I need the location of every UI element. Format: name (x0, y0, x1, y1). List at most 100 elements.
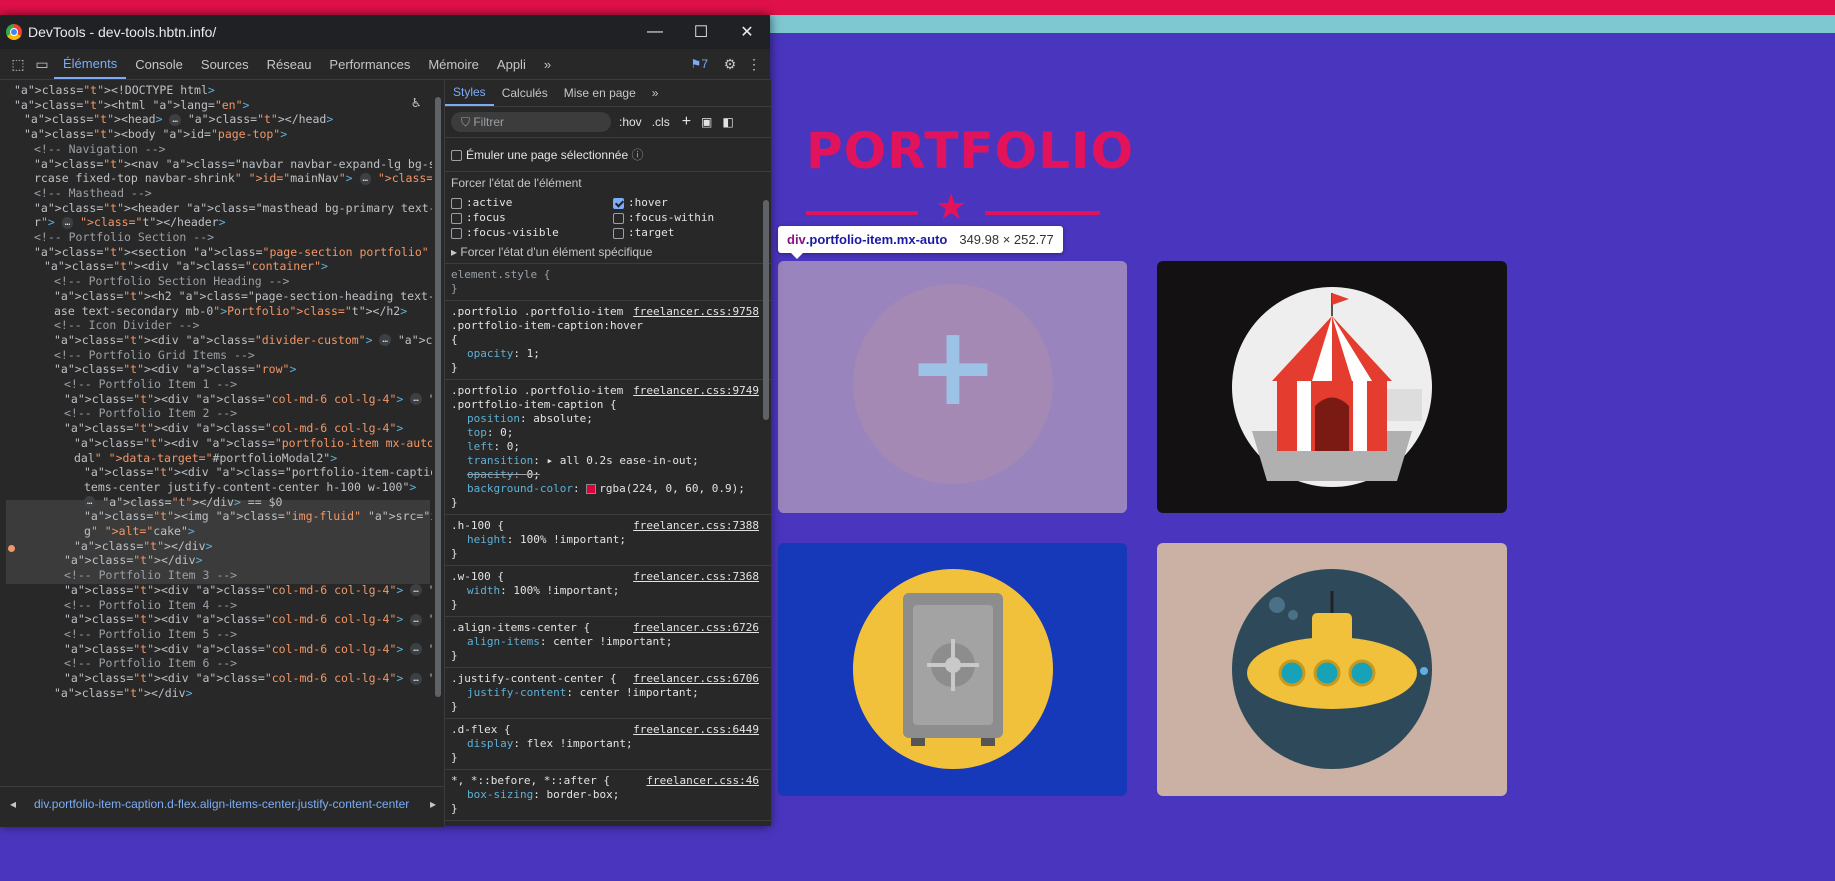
tab-performance[interactable]: Performances (320, 49, 419, 79)
window-titlebar[interactable]: DevTools - dev-tools.hbtn.info/ — ☐ ✕ (0, 15, 770, 49)
elements-scroll-thumb[interactable] (435, 97, 441, 697)
rule-source-link[interactable]: freelancer.css:7388 (633, 519, 759, 533)
new-rule-icon[interactable]: + (682, 113, 691, 131)
css-rule[interactable]: .justify-content-center {freelancer.css:… (445, 668, 771, 719)
rule-close-brace: } (451, 496, 458, 509)
property-name: display (467, 737, 514, 750)
css-declaration[interactable]: left: 0; (451, 440, 765, 454)
css-declaration[interactable]: opacity: 0; (451, 468, 765, 482)
rule-source-link[interactable]: freelancer.css:9749 (633, 384, 759, 398)
rule-source-link[interactable]: freelancer.css:7368 (633, 570, 759, 584)
color-swatch[interactable] (586, 484, 597, 494)
css-rule[interactable]: .portfolio .portfolio-item .portfolio-it… (445, 301, 771, 380)
elements-tree[interactable]: "a">class="t"><!DOCTYPE html> "a">class="… (0, 80, 432, 786)
css-rule[interactable]: .portfolio .portfolio-item .portfolio-it… (445, 380, 771, 515)
css-rule[interactable]: .h-100 {freelancer.css:7388 height: 100% … (445, 515, 771, 566)
portfolio-item-safe[interactable] (778, 543, 1127, 796)
tab-sources[interactable]: Sources (192, 49, 258, 79)
breadcrumb-item[interactable]: div.portfolio-item-caption.d-flex.align-… (34, 797, 419, 811)
close-button[interactable]: ✕ (724, 15, 770, 49)
property-value: 1; (526, 347, 540, 360)
styles-more-tabs[interactable]: » (644, 80, 667, 106)
rule-source-link[interactable]: freelancer.css:46 (646, 774, 759, 788)
force-state-option[interactable]: :focus (451, 211, 613, 224)
rule-close-brace: } (451, 547, 458, 560)
css-declaration[interactable]: opacity: 1; (451, 347, 765, 361)
tab-application[interactable]: Appli (488, 49, 535, 79)
css-declaration[interactable]: display: flex !important; (451, 737, 765, 751)
tooltip-dimensions: 349.98 × 252.77 (959, 232, 1054, 247)
tab-styles[interactable]: Styles (445, 80, 494, 106)
css-rules-list: .portfolio .portfolio-item .portfolio-it… (445, 301, 771, 821)
state-checkbox[interactable] (613, 227, 624, 239)
more-tabs-button[interactable]: » (535, 49, 560, 79)
tooltip-tag: div (787, 232, 806, 247)
dom-node-line[interactable]: "a">class="t"></div> (54, 685, 193, 702)
force-specific-element[interactable]: ▸ Forcer l'état d'un élément spécifique (445, 241, 771, 264)
css-declaration[interactable]: background-color: rgba(224, 0, 60, 0.9); (451, 482, 765, 496)
tab-computed[interactable]: Calculés (494, 80, 556, 106)
property-value: ▸ all 0.2s ease-in-out; (546, 454, 699, 467)
maximize-button[interactable]: ☐ (678, 15, 724, 49)
tab-elements[interactable]: Éléments (54, 49, 127, 79)
paint-icon[interactable]: ▣ (701, 115, 712, 129)
styles-tabs: Styles Calculés Mise en page » (445, 80, 771, 107)
css-declaration[interactable]: width: 100% !important; (451, 584, 765, 598)
force-state-option[interactable]: :focus-visible (451, 226, 613, 239)
circus-tent-icon (1232, 287, 1432, 487)
portfolio-item-submarine[interactable] (1157, 543, 1507, 796)
state-label: :hover (628, 196, 668, 209)
more-options-icon[interactable]: ⋮ (742, 52, 766, 76)
portfolio-item-cake[interactable]: + (778, 261, 1127, 513)
css-rule[interactable]: *, *::before, *::after {freelancer.css:4… (445, 770, 771, 821)
tab-network[interactable]: Réseau (258, 49, 321, 79)
state-checkbox[interactable] (451, 212, 462, 224)
css-rule[interactable]: .d-flex {freelancer.css:6449 display: fle… (445, 719, 771, 770)
help-icon[interactable]: ⓘ (631, 148, 643, 162)
css-rule[interactable]: .align-items-center {freelancer.css:6726… (445, 617, 771, 668)
state-checkbox[interactable] (451, 227, 462, 239)
css-rule[interactable]: .w-100 {freelancer.css:7368 width: 100% !… (445, 566, 771, 617)
inspect-element-icon[interactable]: ⬚ (6, 52, 30, 76)
css-declaration[interactable]: align-items: center !important; (451, 635, 765, 649)
emulate-focus-row[interactable]: Émuler une page sélectionnée ⓘ (445, 138, 771, 172)
property-value: flex !important; (526, 737, 633, 750)
state-checkbox[interactable] (451, 197, 462, 209)
emulate-checkbox[interactable] (451, 150, 462, 162)
styles-scroll-thumb[interactable] (763, 200, 769, 420)
device-toolbar-icon[interactable]: ▭ (30, 52, 54, 76)
css-declaration[interactable]: position: absolute; (451, 412, 765, 426)
state-checkbox[interactable] (613, 197, 624, 209)
force-state-option[interactable]: :focus-within (613, 211, 763, 224)
force-state-option[interactable]: :hover (613, 196, 763, 209)
minimize-button[interactable]: — (632, 15, 678, 49)
css-declaration[interactable]: height: 100% !important; (451, 533, 765, 547)
issues-counter[interactable]: ⚑ 7 (691, 57, 708, 71)
css-declaration[interactable]: box-sizing: border-box; (451, 788, 765, 802)
css-declaration[interactable]: transition: ▸ all 0.2s ease-in-out; (451, 454, 765, 468)
rule-source-link[interactable]: freelancer.css:6706 (633, 672, 759, 686)
state-checkbox[interactable] (613, 212, 624, 224)
sidebar-toggle-icon[interactable]: ◧ (722, 115, 733, 129)
tab-memory[interactable]: Mémoire (419, 49, 488, 79)
tab-layout[interactable]: Mise en page (556, 80, 644, 106)
styles-filter-input[interactable]: ⛉ Filtrer (451, 112, 611, 132)
tab-console[interactable]: Console (126, 49, 192, 79)
settings-gear-icon[interactable]: ⚙ (718, 52, 742, 76)
accessibility-icon[interactable]: ♿ (412, 95, 420, 111)
breadcrumb-right-arrow[interactable]: ▸ (430, 797, 436, 811)
rule-source-link[interactable]: freelancer.css:9758 (633, 305, 759, 319)
portfolio-item-circus[interactable] (1157, 261, 1507, 513)
css-declaration[interactable]: top: 0; (451, 426, 765, 440)
breakpoint-dot (8, 545, 15, 552)
property-value: absolute; (533, 412, 593, 425)
rule-source-link[interactable]: freelancer.css:6449 (633, 723, 759, 737)
css-declaration[interactable]: justify-content: center !important; (451, 686, 765, 700)
breadcrumb-left-arrow[interactable]: ◂ (10, 797, 16, 811)
rule-source-link[interactable]: freelancer.css:6726 (633, 621, 759, 635)
element-style-rule[interactable]: element.style {} (445, 264, 771, 301)
force-state-option[interactable]: :active (451, 196, 613, 209)
hov-toggle[interactable]: :hov (619, 115, 642, 129)
force-state-option[interactable]: :target (613, 226, 763, 239)
cls-toggle[interactable]: .cls (652, 115, 670, 129)
